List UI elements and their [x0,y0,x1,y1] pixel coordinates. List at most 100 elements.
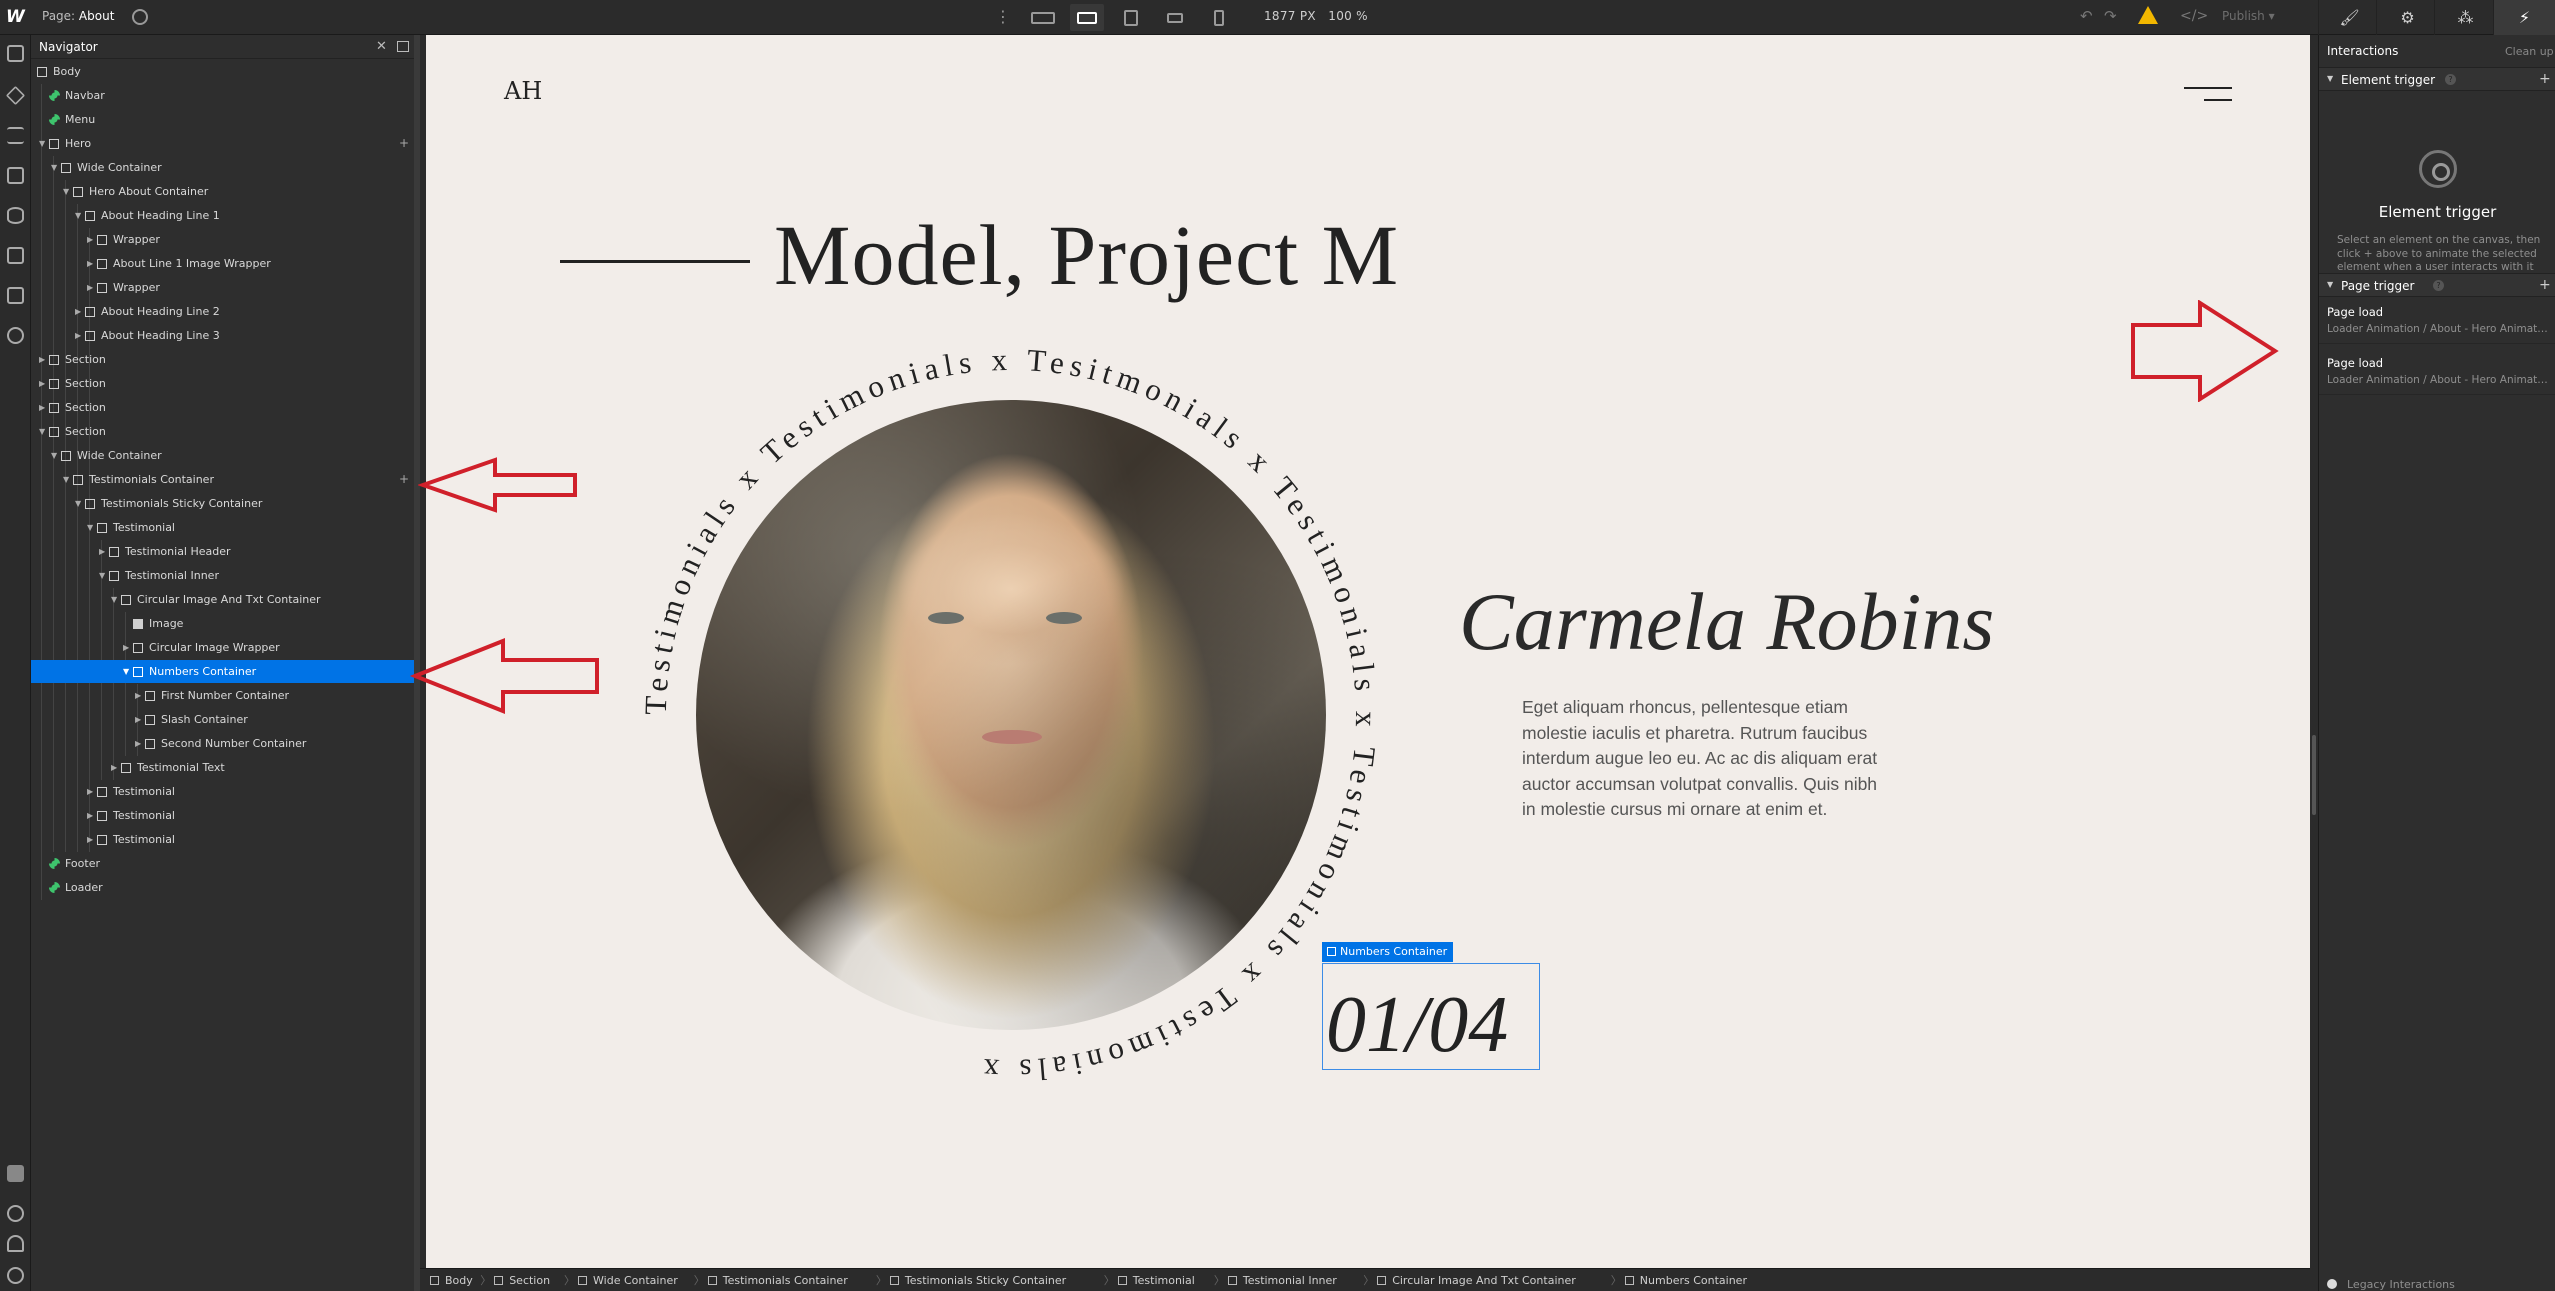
navigator-icon[interactable] [7,127,24,144]
caret-right-icon[interactable]: ▶ [135,708,143,731]
breadcrumb-item[interactable]: Numbers Container [1624,1269,1747,1291]
breakpoint-mobile-landscape-button[interactable] [1158,4,1192,31]
pages-icon[interactable] [7,167,24,184]
caret-right-icon[interactable]: ▶ [39,372,47,395]
tree-row[interactable]: ▶ Testimonial Text [31,756,414,779]
tree-row[interactable]: ▶ Testimonial [31,804,414,827]
caret-right-icon[interactable]: ▶ [87,828,95,851]
tree-row[interactable]: ▼ About Heading Line 1 [31,204,414,227]
caret-down-icon[interactable]: ▼ [63,468,71,491]
caret-right-icon[interactable]: ▶ [135,684,143,707]
tree-row[interactable]: ▶ Wrapper [31,228,414,251]
help-icon[interactable]: ? [2433,280,2444,291]
breadcrumb-item[interactable]: Testimonials Container [707,1269,848,1291]
tree-row[interactable]: ▶ About Line 1 Image Wrapper [31,252,414,275]
collapse-all-icon[interactable]: ✕ [376,39,387,54]
tree-row[interactable]: ▼ Testimonial [31,516,414,539]
add-element-trigger-button[interactable]: + [2539,71,2551,87]
assets-icon[interactable] [7,287,24,304]
page-selector[interactable]: Page: About [42,9,114,23]
caret-down-icon[interactable]: ▼ [99,564,107,587]
caret-down-icon[interactable]: ▼ [75,492,83,515]
tree-row[interactable]: ▶ Slash Container [31,708,414,731]
warning-icon[interactable] [2138,6,2158,24]
ecommerce-icon[interactable] [7,247,24,264]
dock-panel-icon[interactable] [397,41,409,52]
tree-row[interactable]: Loader [31,876,414,899]
breakpoint-mobile-portrait-button[interactable] [1202,4,1236,31]
settings-gear-icon[interactable] [7,327,24,344]
tree-row[interactable]: ▼ Numbers Container [31,660,414,683]
settings-tab[interactable]: ⚙ [2376,0,2438,35]
style-manager-tab[interactable]: ⁂ [2434,0,2496,35]
tree-row[interactable]: ▶ About Heading Line 2 [31,300,414,323]
caret-right-icon[interactable]: ▶ [75,300,83,323]
publish-button[interactable]: Publish ▾ [2222,9,2275,23]
tree-row[interactable]: ▼ Testimonials Container + [31,468,414,491]
caret-down-icon[interactable]: ▼ [87,516,95,539]
undo-icon[interactable]: ↶ [2080,7,2093,25]
caret-right-icon[interactable]: ▶ [87,804,95,827]
cleanup-button[interactable]: Clean up [2505,45,2554,58]
breakpoint-large-desktop-button[interactable] [1026,4,1060,31]
video-help-icon[interactable] [7,1235,24,1252]
tree-row[interactable]: ▶ First Number Container [31,684,414,707]
tree-row[interactable]: ▶ Testimonial [31,828,414,851]
caret-right-icon[interactable]: ▶ [39,348,47,371]
hamburger-menu-icon[interactable] [2184,87,2232,111]
tree-row[interactable]: ▶ Testimonial [31,780,414,803]
breadcrumb-item[interactable]: Circular Image And Txt Container [1377,1269,1576,1291]
style-tab[interactable]: 🖌 [2318,0,2380,35]
numbers-container[interactable]: 01/04 [1326,985,1508,1065]
breadcrumb-item[interactable]: Testimonial [1117,1269,1195,1291]
symbols-icon[interactable] [5,85,26,106]
canvas-scrollbar[interactable] [2310,35,2318,1291]
scrollbar-thumb[interactable] [2312,735,2316,815]
tree-row[interactable]: ▼ Wide Container [31,156,414,179]
tree-row[interactable]: ▼ Testimonial Inner [31,564,414,587]
add-child-icon[interactable]: + [399,468,409,491]
tree-row[interactable]: Image [31,612,414,635]
tree-row[interactable]: ▼ Section [31,420,414,443]
breadcrumb-item[interactable]: Wide Container [578,1269,678,1291]
breadcrumb-item[interactable]: Testimonials Sticky Container [889,1269,1066,1291]
more-options-icon[interactable]: ⋮ [995,7,1011,26]
caret-down-icon[interactable]: ▼ [63,180,71,203]
caret-right-icon[interactable]: ▶ [87,276,95,299]
tree-row[interactable]: ▶ Section [31,372,414,395]
breadcrumb-item[interactable]: Section [494,1269,550,1291]
caret-down-icon[interactable]: ▼ [123,660,131,683]
caret-down-icon[interactable]: ▼ [51,156,59,179]
legacy-interactions-toggle[interactable]: Legacy Interactions [2327,1278,2455,1291]
breadcrumb-item[interactable]: Testimonial Inner [1227,1269,1337,1291]
caret-down-icon[interactable]: ▼ [111,588,119,611]
caret-right-icon[interactable]: ▶ [135,732,143,755]
testimonial-paragraph[interactable]: Eget aliquam rhoncus, pellentesque etiam… [1522,695,1890,823]
design-canvas[interactable]: AH Model, Project M Testimonials x Testi… [426,35,2310,1268]
caret-down-icon[interactable]: ▼ [39,420,47,443]
tree-row[interactable]: ▼ Hero + [31,132,414,155]
tree-row[interactable]: Navbar [31,84,414,107]
site-brand[interactable]: AH [504,77,542,105]
testimonial-name[interactable]: Carmela Robins [1459,575,1994,669]
caret-down-icon[interactable]: ▼ [75,204,83,227]
breadcrumb-item[interactable]: Body [430,1269,473,1291]
tree-row[interactable]: Body [31,60,414,83]
interactions-tab[interactable]: ⚡ [2493,0,2555,35]
help-icon[interactable] [7,1267,24,1284]
page-load-item[interactable]: Page load Loader Animation / About - Her… [2319,349,2555,395]
tree-row[interactable]: Menu [31,108,414,131]
add-page-trigger-button[interactable]: + [2539,277,2551,293]
caret-right-icon[interactable]: ▶ [99,540,107,563]
caret-right-icon[interactable]: ▶ [87,780,95,803]
circular-text-ring[interactable]: Testimonials x Testimonials x Tesitmonia… [631,335,1391,1095]
breakpoint-tablet-button[interactable] [1114,4,1148,31]
tree-row[interactable]: ▶ Wrapper [31,276,414,299]
tree-row[interactable]: ▼ Wide Container [31,444,414,467]
caret-down-icon[interactable]: ▼ [51,444,59,467]
cms-icon[interactable] [7,207,24,224]
hero-title[interactable]: Model, Project M [774,205,1399,305]
element-trigger-header[interactable]: ▼ Element trigger ? + [2319,67,2555,91]
tree-row[interactable]: ▶ Testimonial Header [31,540,414,563]
caret-right-icon[interactable]: ▶ [39,396,47,419]
